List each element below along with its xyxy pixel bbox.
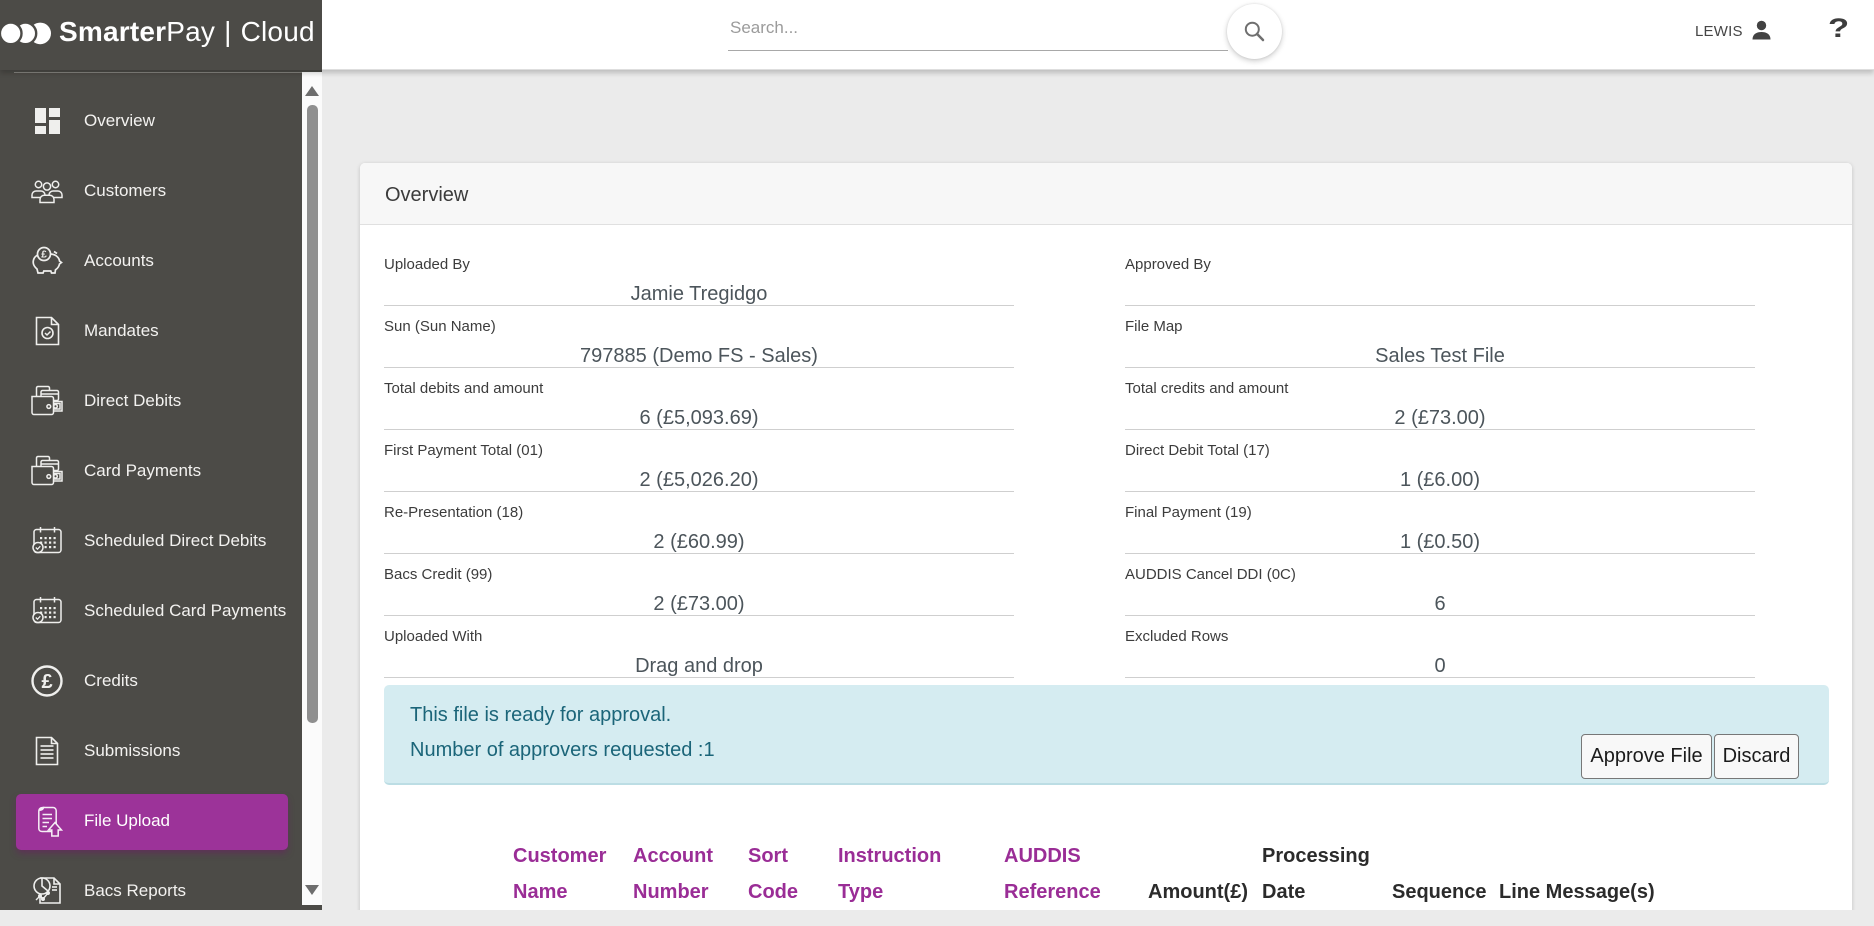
- svg-text:£: £: [41, 250, 47, 261]
- svg-text:£: £: [41, 671, 52, 693]
